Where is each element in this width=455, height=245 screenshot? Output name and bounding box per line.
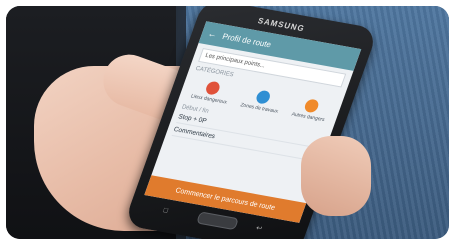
category-icon — [254, 89, 272, 105]
home-button[interactable] — [196, 211, 239, 231]
category-item[interactable]: Zones de travaux — [239, 87, 284, 115]
category-icon — [204, 80, 222, 96]
back-key-icon[interactable]: ↩ — [255, 224, 264, 233]
back-arrow-icon[interactable]: ← — [206, 28, 218, 39]
fingers — [301, 136, 371, 216]
recent-apps-icon[interactable]: □ — [162, 207, 169, 215]
app-title: Profil de route — [221, 31, 273, 49]
category-item[interactable]: Autres dangers — [290, 97, 331, 124]
category-label: Autres dangers — [290, 111, 326, 124]
category-icon — [303, 98, 321, 114]
photo-frame: SAMSUNG ← Profil de route Les principaux… — [6, 6, 449, 239]
category-label: Zones de travaux — [239, 102, 279, 115]
category-item[interactable]: Lieux dangereux — [189, 78, 233, 106]
category-label: Lieux dangereux — [189, 93, 228, 106]
